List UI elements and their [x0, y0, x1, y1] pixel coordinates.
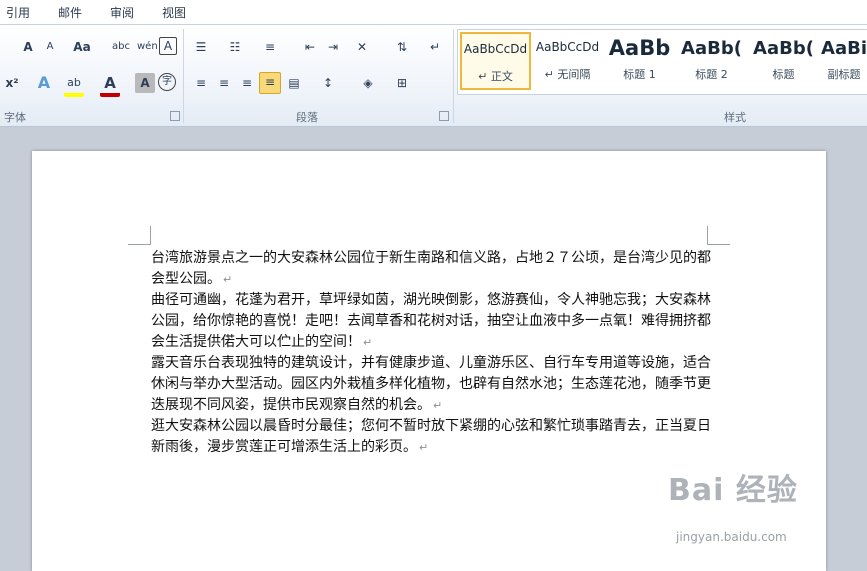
superscript-button[interactable]: x²: [2, 73, 22, 93]
character-border-button[interactable]: A: [159, 37, 177, 55]
style-preview: AaBb(: [753, 38, 814, 59]
group-divider: [453, 29, 454, 123]
style-preview: AaBi: [821, 38, 867, 59]
style-preview: AaBb: [608, 36, 671, 60]
paragraph[interactable]: 曲径可通幽，花蓬为君开，草坪绿如茵，湖光映倒影，悠游赛仙，令人神驰忘我；大安森林…: [151, 290, 711, 353]
numbering-icon[interactable]: ☷: [225, 37, 245, 57]
baidu-watermark: Bai 经验: [668, 473, 798, 508]
styles-gallery: AaBbCcDd ↵ 正文 AaBbCcDd ↵ 无间隔 AaBb 标题 1 A…: [457, 29, 867, 95]
style-name: ↵ 正文: [478, 70, 513, 83]
paragraph-dialog-launcher[interactable]: [439, 111, 449, 121]
borders-icon[interactable]: ⊞: [392, 73, 412, 93]
clear-format-button[interactable]: abc: [111, 37, 131, 57]
grow-font-button[interactable]: A: [18, 37, 38, 57]
style-name: 标题 2: [695, 68, 728, 81]
paragraph-mark-icon: ↵: [433, 399, 443, 412]
style-name: 标题 1: [623, 68, 656, 81]
paragraph[interactable]: 逛大安森林公园以晨昏时分最佳；您何不暂时放下紧绷的心弦和繁忙琐事踏青去，正当夏日…: [151, 416, 711, 458]
tab-references[interactable]: 引用: [6, 4, 30, 21]
justify-icon[interactable]: ≡: [259, 72, 281, 94]
margin-corner-mark: [707, 226, 730, 245]
style-normal[interactable]: AaBbCcDd ↵ 正文: [460, 32, 531, 90]
style-name: 标题: [772, 68, 795, 81]
paragraph-mark-icon: ↵: [419, 441, 429, 454]
phonetic-guide-button[interactable]: wén: [137, 37, 158, 57]
tab-review[interactable]: 审阅: [110, 4, 134, 21]
align-right-icon[interactable]: ≡: [237, 73, 257, 93]
style-no-spacing[interactable]: AaBbCcDd ↵ 无间隔: [532, 32, 603, 90]
style-name: ↵ 无间隔: [544, 68, 591, 81]
highlight-button[interactable]: ab: [64, 73, 84, 97]
styles-group-label: 样式: [724, 111, 746, 124]
style-name: 副标题: [827, 68, 861, 81]
font-group-label: 字体: [4, 111, 26, 124]
font-dialog-launcher[interactable]: [170, 111, 180, 121]
style-heading-2[interactable]: AaBb( 标题 2: [676, 32, 747, 90]
decrease-indent-icon[interactable]: ⇤: [300, 37, 320, 57]
character-shading-button[interactable]: A: [135, 73, 155, 93]
style-preview: AaBb(: [681, 38, 742, 59]
bullets-icon[interactable]: ☰: [191, 37, 211, 57]
tab-view[interactable]: 视图: [162, 4, 186, 21]
paragraph[interactable]: 露天音乐台表现独特的建筑设计，并有健康步道、儿童游乐区、自行车专用道等设施，适合…: [151, 353, 711, 416]
margin-corner-mark: [128, 226, 151, 245]
align-left-icon[interactable]: ≡: [191, 73, 211, 93]
group-divider: [183, 29, 184, 123]
document-body[interactable]: 台湾旅游景点之一的大安森林公园位于新生南路和信义路，占地２７公顷，是台湾少见的都…: [151, 248, 711, 458]
shrink-font-button[interactable]: A: [40, 37, 60, 57]
ribbon-tab-bar: 引用 邮件 审阅 视图: [0, 0, 867, 25]
ribbon: A A Aa abc wén A x² A ab A A 字 字体 ☰ ☷ ≡ …: [0, 25, 867, 127]
shading-icon[interactable]: ◈: [358, 73, 378, 93]
distributed-icon[interactable]: ▤: [284, 73, 304, 93]
style-preview: AaBbCcDd: [535, 40, 600, 54]
show-marks-icon[interactable]: ↵: [425, 37, 445, 57]
font-color-button[interactable]: A: [100, 73, 120, 97]
style-subtitle[interactable]: AaBi 副标题: [820, 32, 867, 90]
align-center-icon[interactable]: ≡: [214, 73, 234, 93]
chinese-layout-icon[interactable]: ✕: [352, 37, 372, 57]
paragraph-group-label: 段落: [296, 111, 318, 124]
tab-mailings[interactable]: 邮件: [58, 4, 82, 21]
paragraph-mark-icon: ↵: [223, 273, 233, 286]
style-heading-1[interactable]: AaBb 标题 1: [604, 32, 675, 90]
watermark-url: jingyan.baidu.com: [676, 530, 787, 544]
increase-indent-icon[interactable]: ⇥: [323, 37, 343, 57]
sort-icon[interactable]: ⇅: [392, 37, 412, 57]
change-case-button[interactable]: Aa: [72, 37, 92, 57]
paragraph[interactable]: 台湾旅游景点之一的大安森林公园位于新生南路和信义路，占地２７公顷，是台湾少见的都…: [151, 248, 711, 290]
enclose-characters-button[interactable]: 字: [158, 73, 176, 91]
style-preview: AaBbCcDd: [463, 42, 528, 56]
line-spacing-icon[interactable]: ↕: [318, 73, 338, 93]
style-title[interactable]: AaBb( 标题: [748, 32, 819, 90]
multilevel-list-icon[interactable]: ≡: [260, 37, 280, 57]
paragraph-mark-icon: ↵: [363, 336, 373, 349]
text-effect-button[interactable]: A: [34, 73, 54, 93]
